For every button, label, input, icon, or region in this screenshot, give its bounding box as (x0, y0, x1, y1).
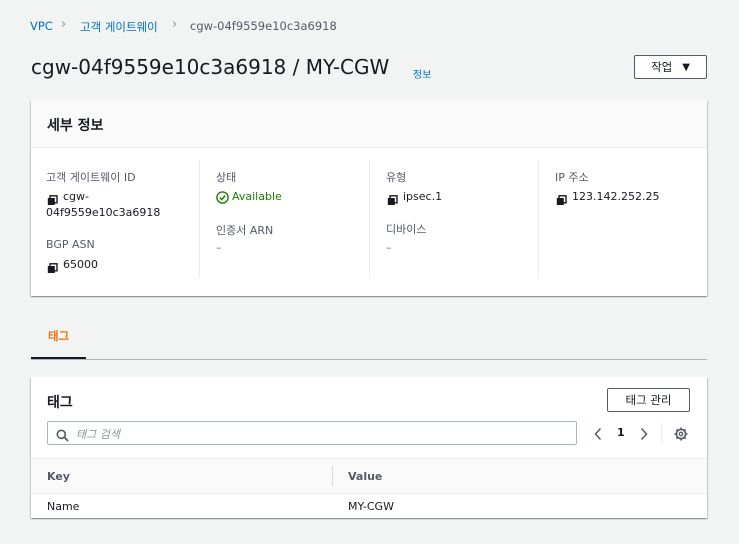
column-header-key[interactable]: Key (47, 470, 70, 483)
copy-icon[interactable] (556, 191, 567, 205)
gear-icon[interactable] (674, 426, 688, 441)
cert-arn-value: – (216, 241, 222, 254)
copy-icon[interactable] (47, 259, 58, 273)
manage-tags-button[interactable]: 태그 관리 (607, 388, 690, 412)
tag-value-cell: MY-CGW (348, 500, 394, 513)
breadcrumb-vpc[interactable]: VPC (30, 19, 53, 33)
tag-search-input[interactable] (76, 424, 571, 445)
column-divider (538, 160, 539, 278)
device-label: 디바이스 (386, 223, 427, 236)
cgw-id-value-line2: 04f9559e10c3a6918 (46, 206, 161, 219)
caret-down-icon: ▼ (682, 61, 690, 73)
tag-search-field[interactable] (47, 421, 577, 445)
chevron-right-icon: › (61, 17, 67, 32)
page-title: cgw-04f9559e10c3a6918 / MY-CGW (31, 55, 390, 79)
column-resizer[interactable] (332, 466, 333, 486)
type-value: ipsec.1 (403, 190, 443, 203)
state-value: Available (232, 190, 282, 203)
search-input-wrapper (76, 423, 571, 445)
breadcrumb-current: cgw-04f9559e10c3a6918 (190, 19, 337, 33)
cgw-id-value-line1: cgw- (63, 190, 89, 203)
ip-address-value: 123.142.252.25 (572, 190, 660, 203)
page-number[interactable]: 1 (617, 426, 625, 439)
chevron-right-icon: › (172, 17, 178, 32)
chevron-right-icon[interactable] (639, 426, 649, 441)
tab-active-indicator (31, 357, 86, 359)
ip-address-label: IP 주소 (555, 171, 589, 184)
details-title: 세부 정보 (47, 118, 104, 134)
divider (31, 147, 707, 148)
breadcrumb-customer-gateways[interactable]: 고객 게이트웨이 (80, 19, 158, 35)
cgw-id-label: 고객 게이트웨이 ID (46, 171, 136, 184)
column-divider (199, 160, 200, 278)
table-header-border (31, 493, 707, 494)
actions-button[interactable]: 작업 ▼ (634, 55, 707, 79)
tags-panel: 태그 태그 관리 1 Key Value Name MY-CGW (31, 377, 707, 518)
divider (661, 423, 662, 443)
copy-icon[interactable] (387, 191, 398, 205)
tab-divider (31, 359, 707, 360)
check-circle-icon (216, 189, 229, 204)
details-panel: 세부 정보 고객 게이트웨이 ID cgw- 04f9559e10c3a6918… (31, 100, 707, 296)
info-link[interactable]: 정보 (413, 66, 431, 81)
details-header (31, 100, 707, 147)
tab-tags[interactable]: 태그 (48, 328, 69, 344)
column-header-value[interactable]: Value (348, 470, 382, 483)
tags-title: 태그 (47, 395, 73, 411)
type-label: 유형 (386, 171, 407, 184)
search-icon (56, 427, 69, 442)
state-label: 상태 (216, 171, 237, 184)
bgp-asn-value: 65000 (63, 258, 98, 271)
device-value: – (386, 241, 392, 254)
copy-icon[interactable] (47, 191, 58, 205)
tag-key-cell: Name (47, 500, 80, 513)
bgp-asn-label: BGP ASN (46, 238, 95, 251)
column-divider (369, 160, 370, 278)
chevron-left-icon[interactable] (593, 426, 603, 441)
actions-button-label: 작업 (651, 60, 673, 74)
cert-arn-label: 인증서 ARN (216, 224, 274, 237)
manage-tags-label: 태그 관리 (625, 393, 672, 407)
